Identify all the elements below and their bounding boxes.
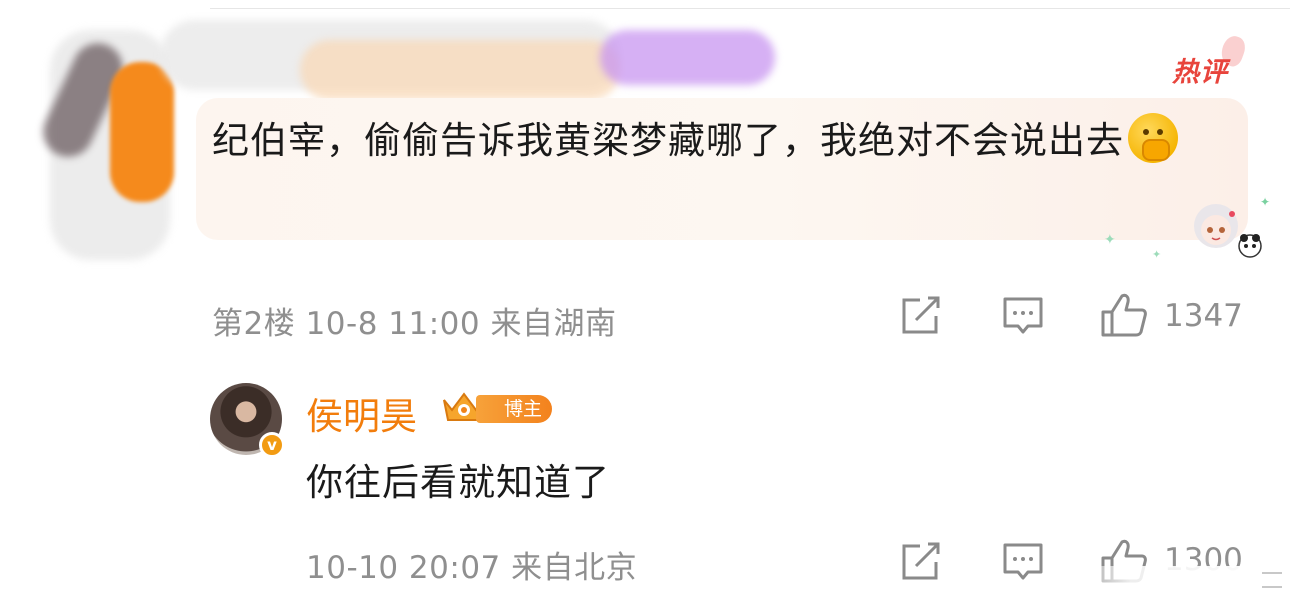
watermark-icon xyxy=(1262,572,1282,588)
reply-text: 你往后看就知道了 xyxy=(306,461,610,504)
blogger-badge: 博主 xyxy=(440,390,552,426)
comment-meta: 第2楼 10-8 11:00 来自湖南 xyxy=(212,306,617,342)
verified-badge-icon: v xyxy=(259,432,285,458)
share-icon[interactable] xyxy=(900,542,942,582)
comment-icon[interactable] xyxy=(1002,542,1044,582)
face-with-hand-over-mouth-emoji xyxy=(1128,113,1178,163)
sparkle-icon: ✦ xyxy=(1104,232,1116,248)
top-divider xyxy=(210,8,1290,9)
like-count: 1347 xyxy=(1164,298,1243,334)
comment-icon[interactable] xyxy=(1002,296,1044,336)
share-icon[interactable] xyxy=(900,296,942,336)
hot-comment-tag: 热评 xyxy=(1172,57,1228,88)
thumbs-up-icon[interactable] xyxy=(1100,292,1148,338)
watermark-overlay xyxy=(1062,566,1290,614)
reply-meta: 10-10 20:07 来自北京 xyxy=(306,550,638,586)
reply-author-name[interactable]: 侯明昊 xyxy=(306,386,417,440)
svg-text:✦: ✦ xyxy=(1260,195,1270,209)
comment-text: 纪伯宰，偷偷告诉我黄梁梦藏哪了，我绝对不会说出去 xyxy=(212,112,1212,170)
comment-body: 纪伯宰，偷偷告诉我黄梁梦藏哪了，我绝对不会说出去 xyxy=(212,119,1124,162)
blogger-badge-label: 博主 xyxy=(476,395,552,423)
mascot-sticker-icon: ✦ ✦ xyxy=(1194,195,1270,258)
sparkle-icon: ✦ xyxy=(1152,248,1162,261)
